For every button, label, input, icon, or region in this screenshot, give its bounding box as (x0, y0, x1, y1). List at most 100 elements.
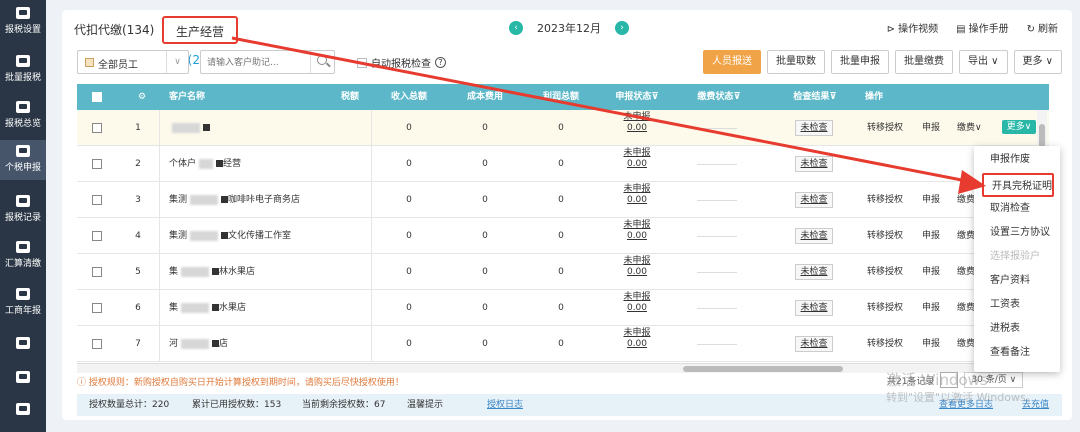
check-result-button[interactable]: 未检查 (795, 336, 833, 352)
operation-video-link[interactable]: ⊳ 操作视频 (887, 20, 938, 35)
row-checkbox[interactable] (92, 123, 102, 133)
sidebar-item-batch-tax[interactable]: 批量报税 (0, 50, 46, 90)
table-row[interactable]: 7 河店 0 0 0 未申报 0.00 未检查 转移授权 申报 缴费 (77, 326, 1049, 362)
sidebar-item-tax-overview[interactable]: 报税总览 (0, 96, 46, 136)
declare-status-link[interactable]: 未申报 0.00 (597, 184, 677, 206)
sidebar-item-tax-settings[interactable]: 报税设置 (0, 2, 46, 42)
transfer-auth-link[interactable]: 转移授权 (867, 182, 903, 218)
menu-payroll[interactable]: 工资表 (974, 293, 1060, 317)
check-result-button[interactable]: 未检查 (795, 192, 833, 208)
menu-view-remark[interactable]: 查看备注 (974, 341, 1060, 365)
person-report-button[interactable]: 人员报送 (703, 50, 761, 74)
customer-name[interactable]: 集林水果店 (169, 254, 339, 290)
customer-name[interactable] (169, 110, 339, 146)
customer-name[interactable]: 集水果店 (169, 290, 339, 326)
profit-cell: 0 (558, 267, 564, 277)
check-result-button[interactable]: 未检查 (795, 228, 833, 244)
menu-void-declaration[interactable]: 申报作废 (974, 148, 1060, 172)
scroll-thumb[interactable] (683, 366, 843, 372)
table-row[interactable]: 6 集水果店 0 0 0 未申报 0.00 未检查 转移授权 申报 缴费 (77, 290, 1049, 326)
pay-link[interactable]: 缴费 (957, 290, 975, 326)
row-checkbox[interactable] (92, 303, 102, 313)
menu-cancel-check[interactable]: 取消检查 (974, 197, 1060, 221)
table-row[interactable]: 4 集测 文化传播工作室 0 0 0 未申报 0.00 未检查 转移授权 申报 缴费 (77, 218, 1049, 254)
search-input[interactable] (207, 55, 307, 70)
customer-name[interactable]: 个体户 经营 (169, 146, 339, 182)
menu-issue-tax-certificate[interactable]: 开具完税证明 (982, 173, 1054, 197)
sidebar-item-support[interactable] (0, 398, 46, 432)
redaction (216, 160, 224, 167)
tab-production-operation[interactable]: 生产经营(21) (162, 16, 238, 67)
sidebar-item-annual-report[interactable]: 工商年报 (0, 283, 46, 323)
search-icon[interactable] (310, 51, 334, 73)
pay-link[interactable]: 缴费 (957, 326, 975, 362)
declare-link[interactable]: 申报 (922, 110, 940, 146)
auto-check-option[interactable]: 自动报税检查 ? (357, 55, 446, 70)
operation-manual-link[interactable]: ▤ 操作手册 (956, 20, 1008, 35)
sidebar-item-tax-records[interactable]: 报税记录 (0, 190, 46, 230)
next-month-button[interactable]: › (615, 21, 629, 35)
col-check-result[interactable]: 检查结果⊽ (777, 84, 853, 110)
declare-status-link[interactable]: 未申报 0.00 (597, 148, 677, 170)
terminal-icon (16, 337, 30, 349)
table-row[interactable]: 3 集测 咖啡咔电子商务店 0 0 0 未申报 0.00 未检查 转移授权 申报 缴… (77, 182, 1049, 218)
declare-link[interactable]: 申报 (922, 326, 940, 362)
auto-check-checkbox[interactable] (357, 57, 367, 68)
menu-customer-info[interactable]: 客户资料 (974, 269, 1060, 293)
batch-fetch-button[interactable]: 批量取数 (767, 50, 825, 74)
prev-month-button[interactable]: ‹ (509, 21, 523, 35)
table-row[interactable]: 5 集林水果店 0 0 0 未申报 0.00 未检查 转移授权 申报 缴费 (77, 254, 1049, 290)
export-button[interactable]: 导出 ∨ (959, 50, 1008, 74)
refresh-link[interactable]: ↻ 刷新 (1027, 20, 1058, 35)
help-icon[interactable]: ? (435, 57, 446, 68)
row-checkbox[interactable] (92, 267, 102, 277)
transfer-auth-link[interactable]: 转移授权 (867, 326, 903, 362)
table-row[interactable]: 1 0 0 0 未申报 0.00 未检查 转移授权 申报 缴费∨ 更多∨ (77, 110, 1049, 146)
transfer-auth-link[interactable]: 转移授权 (867, 110, 903, 146)
row-more-button[interactable]: 更多∨ (1002, 120, 1036, 134)
staff-select[interactable]: 全部员工 ∨ (77, 50, 189, 74)
declare-link[interactable]: 申报 (922, 218, 940, 254)
check-result-button[interactable]: 未检查 (795, 300, 833, 316)
declare-status-link[interactable]: 未申报 0.00 (597, 256, 677, 278)
customer-name[interactable]: 河店 (169, 326, 339, 362)
transfer-auth-link[interactable]: 转移授权 (867, 218, 903, 254)
customer-name[interactable]: 集测 文化传播工作室 (169, 218, 364, 254)
declare-link[interactable]: 申报 (922, 182, 940, 218)
declare-status-link[interactable]: 未申报 0.00 (597, 220, 677, 242)
sidebar-item-settlement[interactable]: 汇算清缴 (0, 236, 46, 276)
menu-set-tripartite[interactable]: 设置三方协议 (974, 221, 1060, 245)
menu-input-tax[interactable]: 进税表 (974, 317, 1060, 341)
row-checkbox[interactable] (92, 231, 102, 241)
pay-dropdown-link[interactable]: 缴费∨ (957, 110, 982, 146)
transfer-auth-link[interactable]: 转移授权 (867, 254, 903, 290)
declare-status-link[interactable]: 未申报 0.00 (597, 292, 677, 314)
transfer-auth-link[interactable]: 转移授权 (867, 290, 903, 326)
sidebar-item-personal-tax[interactable]: 个税申报 (0, 140, 46, 180)
row-checkbox[interactable] (92, 195, 102, 205)
declare-link[interactable]: 申报 (922, 254, 940, 290)
declare-status-link[interactable]: 未申报 0.00 (597, 112, 677, 134)
pay-link[interactable]: 缴费 (957, 182, 975, 218)
tab-withholding[interactable]: 代扣代缴(134) (74, 16, 154, 44)
batch-declare-button[interactable]: 批量申报 (831, 50, 889, 74)
more-button[interactable]: 更多 ∨ (1013, 50, 1062, 74)
pay-link[interactable]: 缴费 (957, 218, 975, 254)
check-result-button[interactable]: 未检查 (795, 156, 833, 172)
check-result-button[interactable]: 未检查 (795, 120, 833, 136)
batch-pay-button[interactable]: 批量缴费 (895, 50, 953, 74)
pay-link[interactable]: 缴费 (957, 254, 975, 290)
auth-log-link[interactable]: 授权日志 (487, 394, 523, 416)
col-declare-status[interactable]: 申报状态⊽ (599, 84, 675, 110)
declare-link[interactable]: 申报 (922, 290, 940, 326)
redaction (172, 122, 200, 133)
select-all-checkbox[interactable] (92, 92, 102, 102)
row-checkbox[interactable] (92, 339, 102, 349)
column-settings-icon[interactable]: ⚙ (132, 84, 152, 110)
check-result-button[interactable]: 未检查 (795, 264, 833, 280)
declare-status-link[interactable]: 未申报 0.00 (597, 328, 677, 350)
col-pay-status[interactable]: 缴费状态⊽ (681, 84, 757, 110)
row-checkbox[interactable] (92, 159, 102, 169)
table-row[interactable]: 2 个体户 经营 0 0 0 未申报 0.00 未检查 (77, 146, 1049, 182)
customer-name[interactable]: 集测 咖啡咔电子商务店 (169, 182, 364, 218)
